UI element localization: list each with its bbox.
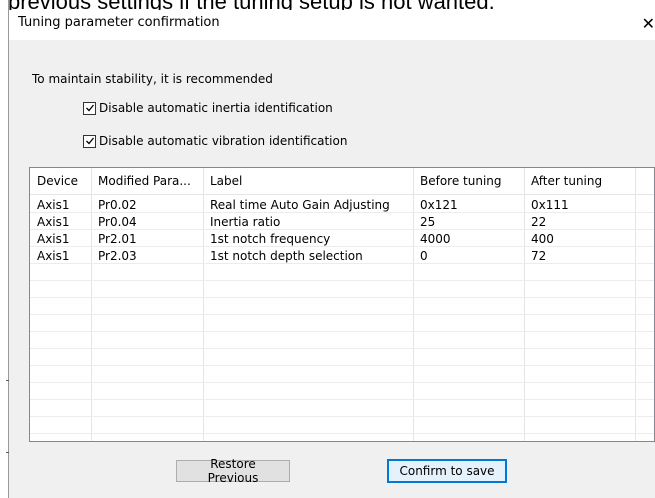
cell-parameter: Pr2.01 [98, 232, 137, 246]
modified-parameters-table[interactable]: Device Modified Para... Label Before tun… [29, 167, 655, 442]
checkbox-label: Disable automatic inertia identification [99, 101, 333, 115]
cell-label: 1st notch depth selection [210, 249, 363, 263]
row-divider [30, 314, 654, 315]
row-divider [30, 348, 654, 349]
row-divider [30, 433, 654, 434]
tuning-confirmation-dialog: Tuning parameter confirmation ✕ To maint… [9, 10, 655, 498]
check-icon [85, 104, 94, 112]
row-divider [30, 212, 654, 213]
cell-after-tuning: 22 [531, 215, 547, 229]
check-icon [85, 137, 94, 145]
cell-device: Axis1 [37, 198, 70, 212]
cell-label: 1st notch frequency [210, 232, 331, 246]
column-header-device[interactable]: Device [37, 174, 78, 188]
cell-after-tuning: 72 [531, 249, 547, 263]
restore-previous-button[interactable]: Restore Previous [176, 457, 290, 485]
cell-device: Axis1 [37, 215, 70, 229]
column-header-modified-parameter[interactable]: Modified Para... [98, 174, 191, 188]
cell-device: Axis1 [37, 249, 70, 263]
row-divider [30, 246, 654, 247]
column-divider [203, 168, 204, 441]
cell-before-tuning: 0 [420, 249, 428, 263]
checkbox-disable-inertia-identification[interactable]: Disable automatic inertia identification [83, 101, 333, 115]
cell-before-tuning: 4000 [420, 232, 451, 246]
dialog-titlebar: Tuning parameter confirmation ✕ [9, 10, 655, 40]
close-icon[interactable]: ✕ [642, 14, 655, 33]
cell-parameter: Pr2.03 [98, 249, 137, 263]
cell-device: Axis1 [37, 232, 70, 246]
column-header-before-tuning[interactable]: Before tuning [420, 174, 502, 188]
row-divider [30, 280, 654, 281]
cell-label: Real time Auto Gain Adjusting [210, 198, 390, 212]
row-divider [30, 365, 654, 366]
row-divider [30, 331, 654, 332]
column-divider [91, 168, 92, 441]
row-divider [30, 382, 654, 383]
checkbox-box[interactable] [83, 101, 96, 115]
table-header: Device Modified Para... Label Before tun… [30, 168, 654, 195]
row-divider [30, 297, 654, 298]
cell-parameter: Pr0.02 [98, 198, 137, 212]
confirm-to-save-button[interactable]: Confirm to save [387, 459, 507, 483]
cell-after-tuning: 0x111 [531, 198, 569, 212]
checkbox-box[interactable] [83, 134, 96, 148]
cell-before-tuning: 25 [420, 215, 436, 229]
row-divider [30, 229, 654, 230]
cell-parameter: Pr0.04 [98, 215, 137, 229]
row-divider [30, 263, 654, 264]
column-divider [413, 168, 414, 441]
cell-label: Inertia ratio [210, 215, 281, 229]
checkbox-disable-vibration-identification[interactable]: Disable automatic vibration identificati… [83, 134, 347, 148]
checkbox-label: Disable automatic vibration identificati… [99, 134, 348, 148]
dialog-title: Tuning parameter confirmation [18, 15, 220, 30]
recommendation-text: To maintain stability, it is recommended [32, 72, 273, 86]
cell-before-tuning: 0x121 [420, 198, 458, 212]
cell-after-tuning: 400 [531, 232, 554, 246]
column-divider [524, 168, 525, 441]
row-divider [30, 399, 654, 400]
column-header-after-tuning[interactable]: After tuning [531, 174, 602, 188]
row-divider [30, 416, 654, 417]
column-header-label[interactable]: Label [210, 174, 242, 188]
column-divider [635, 168, 636, 441]
